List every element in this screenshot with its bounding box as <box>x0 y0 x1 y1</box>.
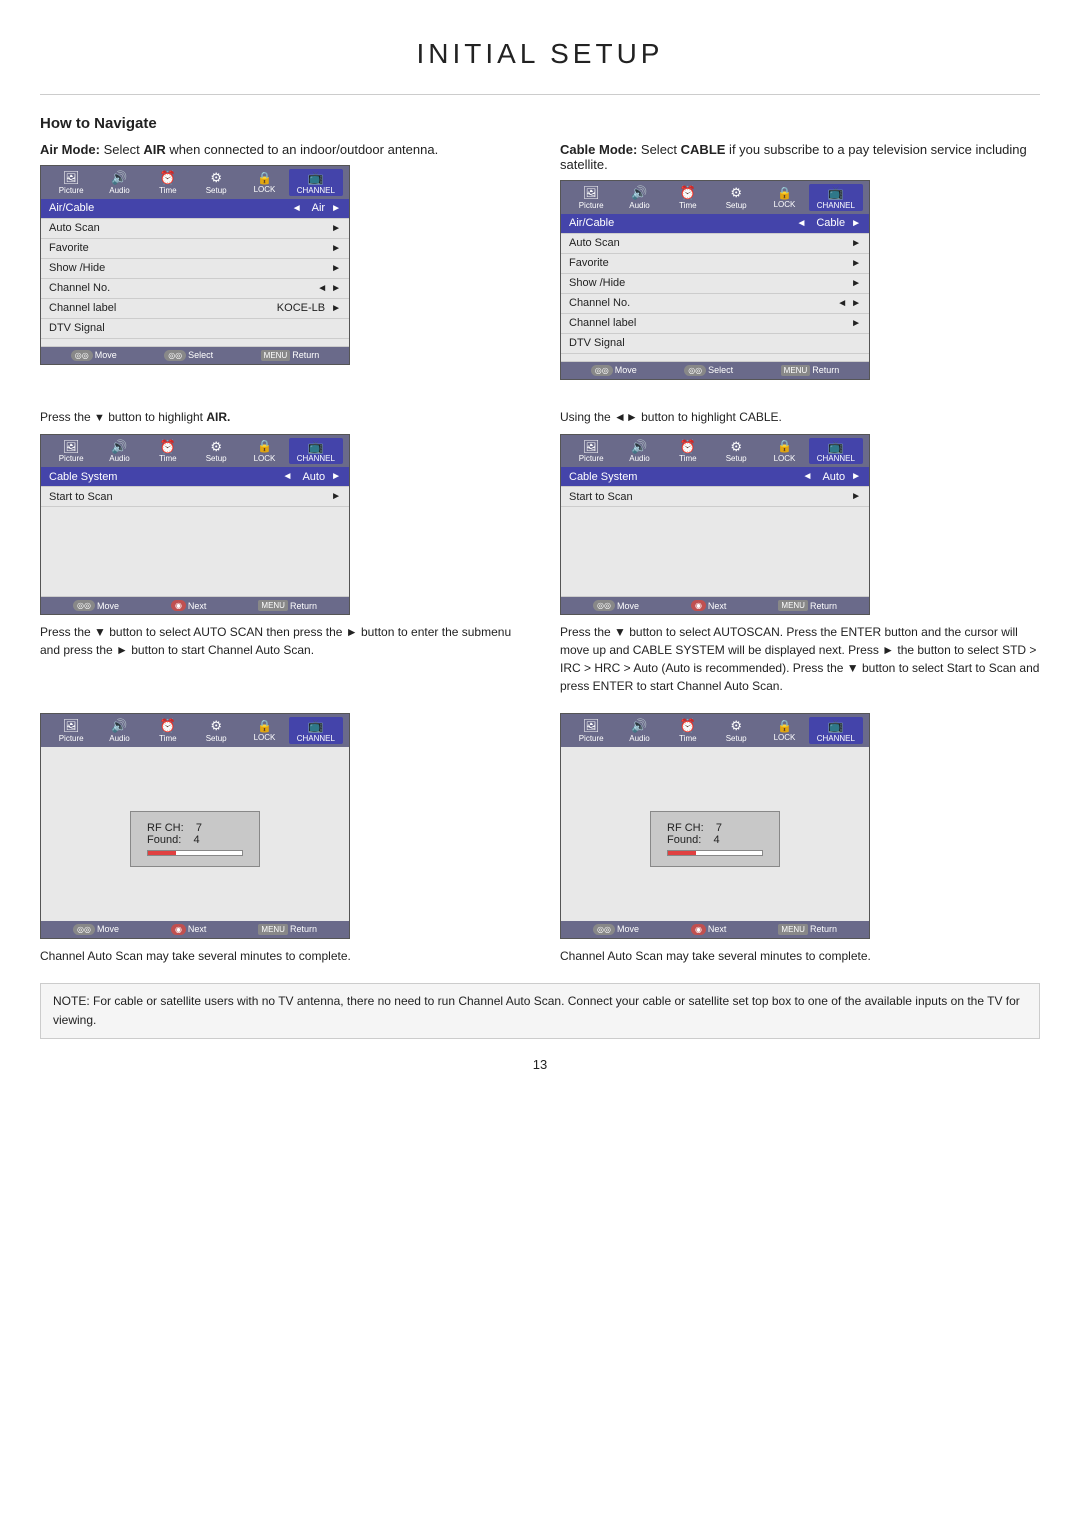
section-title: How to Navigate <box>40 115 1040 132</box>
scan-complete-right: Channel Auto Scan may take several minut… <box>560 947 1040 965</box>
air-mode-label: Air Mode: Select AIR when connected to a… <box>40 142 520 157</box>
press-cable-arrows-text: Using the ◄► button to highlight CABLE. <box>560 410 1040 424</box>
note-box: NOTE: For cable or satellite users with … <box>40 983 1040 1039</box>
press-auto-scan-cable-desc: Press the ▼ button to select AUTOSCAN. P… <box>560 623 1040 695</box>
scan-progress-menu-right: 🖼Picture 🔊Audio ⏰Time ⚙Setup 🔒LOCK 📺CHAN… <box>560 713 870 939</box>
press-down-air-text: Press the ▼ button to highlight AIR. <box>40 410 520 424</box>
page-title: INITIAL SETUP <box>40 20 1040 95</box>
scan-complete-left: Channel Auto Scan may take several minut… <box>40 947 520 965</box>
press-auto-scan-air-desc: Press the ▼ button to select AUTO SCAN t… <box>40 623 520 659</box>
page-number: 13 <box>40 1057 1040 1072</box>
cable-menu-box: 🖼Picture 🔊Audio ⏰Time ⚙Setup 🔒LOCK 📺CHAN… <box>560 180 870 380</box>
cable-system-menu-cable: 🖼Picture 🔊Audio ⏰Time ⚙Setup 🔒LOCK 📺CHAN… <box>560 434 870 616</box>
cable-system-menu-air: 🖼Picture 🔊Audio ⏰Time ⚙Setup 🔒LOCK 📺CHAN… <box>40 434 350 616</box>
air-menu-box: 🖼Picture 🔊Audio ⏰Time ⚙Setup 🔒LOCK 📺CHAN… <box>40 165 350 365</box>
cable-mode-label: Cable Mode: Select CABLE if you subscrib… <box>560 142 1040 172</box>
scan-progress-menu-left: 🖼Picture 🔊Audio ⏰Time ⚙Setup 🔒LOCK 📺CHAN… <box>40 713 350 939</box>
